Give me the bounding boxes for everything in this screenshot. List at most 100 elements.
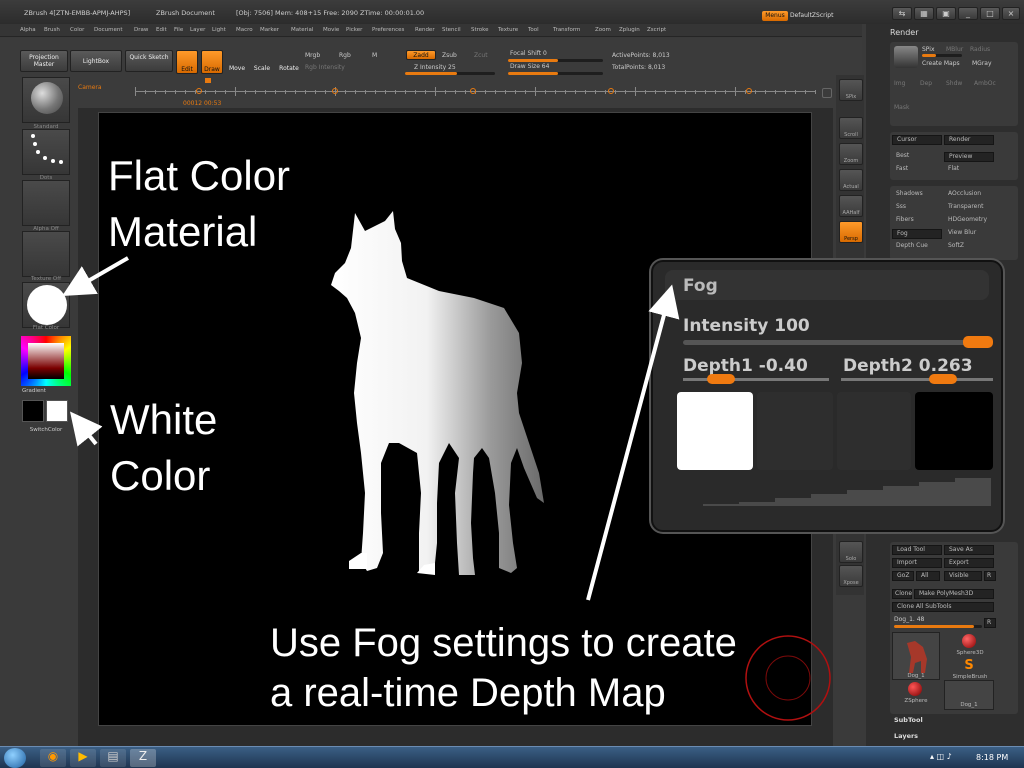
lightbox-button[interactable]: LightBox: [70, 50, 122, 72]
menu-zplugin[interactable]: Zplugin: [619, 27, 640, 33]
firefox-icon[interactable]: ◉: [40, 749, 66, 767]
mblur-button[interactable]: MBlur: [946, 46, 963, 53]
menu-material[interactable]: Material: [291, 27, 313, 33]
bpr-render-button[interactable]: [894, 46, 918, 68]
shadows-button[interactable]: Shadows: [892, 190, 942, 200]
xpose-button[interactable]: Xpose: [839, 565, 863, 587]
fast-button[interactable]: Fast: [892, 165, 942, 175]
m-button[interactable]: M: [372, 52, 377, 59]
softz-button[interactable]: SoftZ: [944, 242, 1004, 252]
menu-tool[interactable]: Tool: [528, 27, 539, 33]
draw-size-track[interactable]: [508, 72, 603, 75]
close-icon[interactable]: ×: [1002, 7, 1020, 20]
fog-depth1-slider[interactable]: [683, 374, 829, 384]
zadd-button[interactable]: Zadd: [406, 50, 436, 60]
goz-button[interactable]: GoZ: [892, 571, 914, 581]
zsub-button[interactable]: Zsub: [442, 52, 457, 59]
menu-edit[interactable]: Edit: [156, 27, 167, 33]
color-picker[interactable]: [21, 336, 71, 386]
aocclusion-button[interactable]: AOcclusion: [944, 190, 1004, 200]
shdw-button[interactable]: Shdw: [946, 80, 962, 87]
menu-stroke[interactable]: Stroke: [471, 27, 489, 33]
menu-preferences[interactable]: Preferences: [372, 27, 404, 33]
scroll-button[interactable]: Scroll: [839, 117, 863, 139]
layers-header[interactable]: Layers: [894, 732, 918, 740]
all-button[interactable]: All: [916, 571, 940, 581]
ambocc-button[interactable]: AmbOc: [974, 80, 996, 87]
alpha-tile[interactable]: [22, 180, 70, 226]
minimize-icon[interactable]: _: [958, 7, 978, 20]
z-intensity-slider[interactable]: Z Intensity 25: [414, 64, 456, 71]
draw-size-slider[interactable]: Draw Size 64: [510, 63, 549, 70]
best-button[interactable]: Best: [892, 152, 942, 162]
fog-color-swatch-2[interactable]: [757, 392, 833, 470]
tray-icons[interactable]: ▴ ◫ ♪: [930, 752, 952, 761]
make-polymesh-button[interactable]: Make PolyMesh3D: [914, 589, 994, 599]
mask-button[interactable]: Mask: [894, 104, 909, 111]
fog-color-swatch-4[interactable]: [915, 392, 993, 470]
rgb-button[interactable]: Rgb: [339, 52, 351, 59]
switchcolor-button[interactable]: SwitchColor: [18, 427, 74, 433]
transparent-button[interactable]: Transparent: [944, 203, 1004, 213]
depth-cue-button[interactable]: Depth Cue: [892, 242, 942, 252]
dots-stroke-tile[interactable]: [22, 129, 70, 175]
create-maps-button[interactable]: Create Maps: [922, 60, 960, 67]
menu-file[interactable]: File: [174, 27, 183, 33]
draw-button[interactable]: Draw: [201, 50, 223, 74]
simplebrush-icon[interactable]: S: [962, 658, 976, 674]
maximize-icon[interactable]: □: [980, 7, 1000, 20]
dep-button[interactable]: Dep: [920, 80, 932, 87]
move-button[interactable]: Move: [226, 50, 248, 74]
aahalf-button[interactable]: AAHalf: [839, 195, 863, 217]
focal-shift-track[interactable]: [508, 59, 603, 62]
spix-slider[interactable]: SPix: [922, 46, 935, 53]
scale-button[interactable]: Scale: [251, 50, 273, 74]
fog-button[interactable]: Fog: [892, 229, 942, 239]
focal-shift-slider[interactable]: Focal Shift 0: [510, 50, 547, 57]
persp-button[interactable]: Persp: [839, 221, 863, 243]
menu-movie[interactable]: Movie: [323, 27, 339, 33]
tool-slider-track[interactable]: [894, 625, 982, 628]
menu-marker[interactable]: Marker: [260, 27, 279, 33]
zbrush-taskbar-icon[interactable]: Z: [130, 749, 156, 767]
solo-button[interactable]: Solo: [839, 541, 863, 563]
menu-picker[interactable]: Picker: [346, 27, 362, 33]
menu-brush[interactable]: Brush: [44, 27, 60, 33]
tool-slider[interactable]: Dog_1. 48: [894, 616, 924, 623]
z-intensity-track[interactable]: [405, 72, 495, 75]
clone-button[interactable]: Clone: [892, 589, 912, 599]
lock-icon[interactable]: ▣: [936, 7, 956, 20]
import-button[interactable]: Import: [892, 558, 942, 568]
menu-render[interactable]: Render: [415, 27, 435, 33]
layout-icon[interactable]: ⇆: [892, 7, 912, 20]
subtool-header[interactable]: SubTool: [894, 716, 923, 724]
default-zscript-button[interactable]: DefaultZScript: [790, 11, 848, 21]
quick-sketch-button[interactable]: Quick Sketch: [125, 50, 173, 72]
fog-intensity-handle[interactable]: [963, 336, 993, 348]
tool-r-button[interactable]: R: [984, 618, 996, 628]
edit-button[interactable]: Edit: [176, 50, 198, 74]
menu-color[interactable]: Color: [70, 27, 84, 33]
save-as-button[interactable]: Save As: [944, 545, 994, 555]
rotate-button[interactable]: Rotate: [276, 50, 302, 74]
menu-transform[interactable]: Transform: [553, 27, 580, 33]
standard-brush-tile[interactable]: [22, 77, 70, 123]
fog-curve-ramp[interactable]: [703, 476, 993, 508]
timeline-toggle[interactable]: [822, 88, 832, 98]
rgb-intensity-slider[interactable]: Rgb Intensity: [305, 64, 345, 71]
main-color-swatch[interactable]: [46, 400, 68, 422]
r-button[interactable]: R: [984, 571, 996, 581]
palette-icon[interactable]: ▦: [914, 7, 934, 20]
explorer-icon[interactable]: ▤: [100, 749, 126, 767]
fog-intensity-slider[interactable]: [683, 336, 993, 348]
fog-depth1-handle[interactable]: [707, 374, 735, 384]
menu-stencil[interactable]: Stencil: [442, 27, 461, 33]
hdgeometry-button[interactable]: HDGeometry: [944, 216, 1004, 226]
menu-draw[interactable]: Draw: [134, 27, 148, 33]
projection-master-button[interactable]: Projection Master: [20, 50, 68, 72]
menus-button[interactable]: Menus: [762, 11, 788, 21]
fog-depth2-handle[interactable]: [929, 374, 957, 384]
zsphere-icon[interactable]: [908, 682, 922, 696]
sss-button[interactable]: Sss: [892, 203, 942, 213]
menu-zoom[interactable]: Zoom: [595, 27, 611, 33]
